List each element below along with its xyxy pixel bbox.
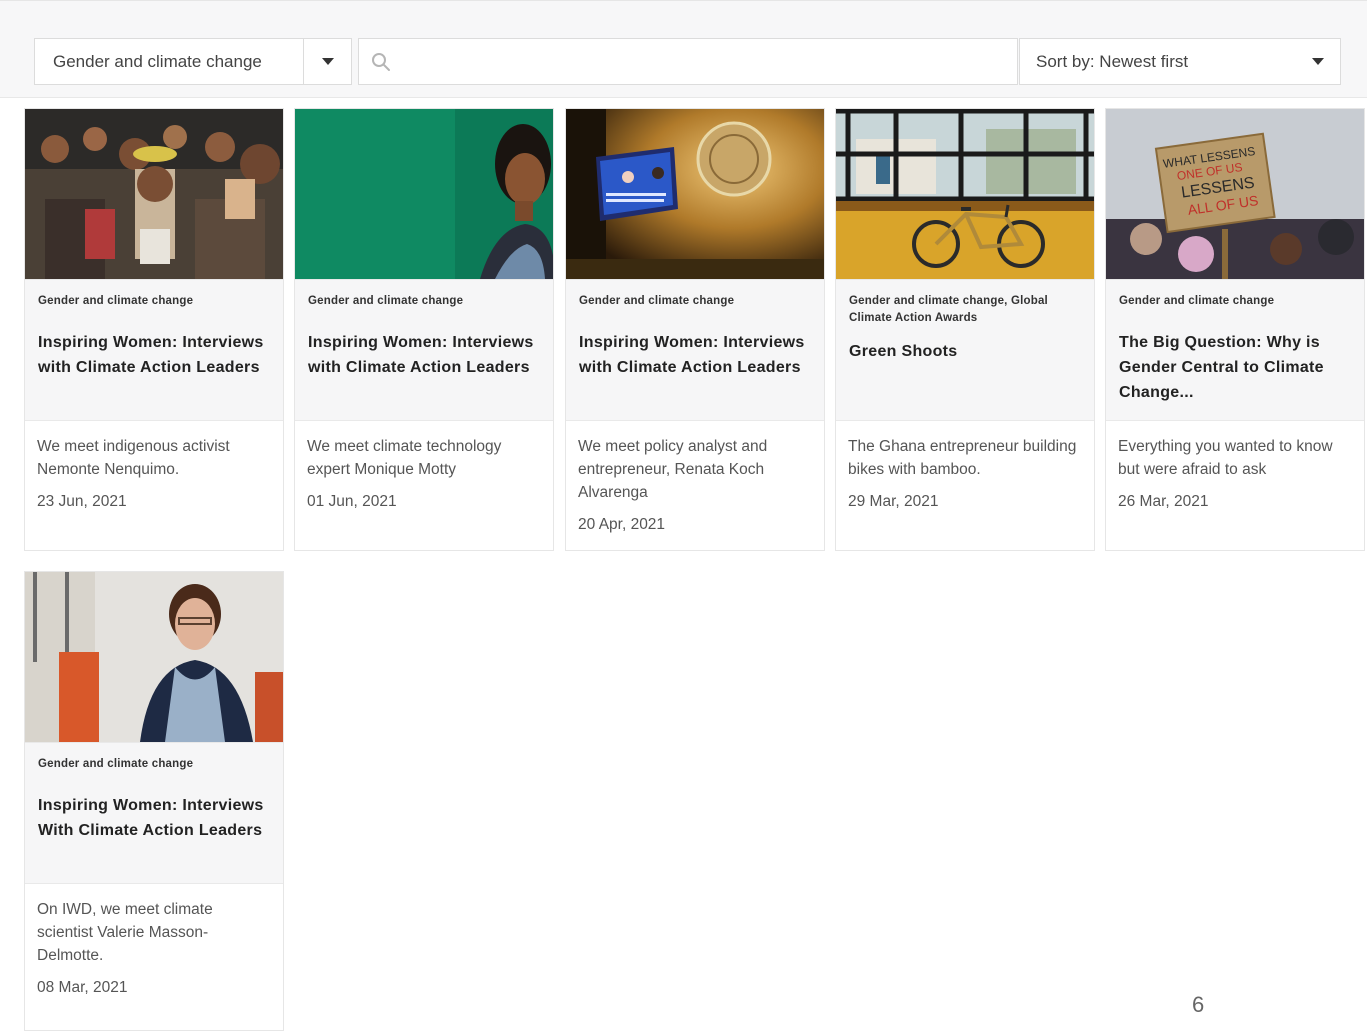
card-header: Gender and climate change The Big Questi… — [1106, 279, 1364, 421]
card-date: 26 Mar, 2021 — [1118, 493, 1209, 510]
search-box[interactable] — [358, 38, 1018, 85]
card-image-un-assembly[interactable] — [566, 109, 824, 279]
search-icon — [359, 39, 403, 84]
card-date: 01 Jun, 2021 — [307, 493, 397, 510]
sort-select[interactable]: Sort by: Newest first — [1019, 38, 1341, 85]
card-header: Gender and climate change Inspiring Wome… — [25, 279, 283, 421]
article-card[interactable]: Gender and climate change Inspiring Wome… — [24, 571, 284, 1031]
card-body: The Ghana entrepreneur building bikes wi… — [836, 421, 1094, 527]
card-header: Gender and climate change Inspiring Wome… — [566, 279, 824, 421]
chevron-down-icon — [321, 58, 334, 65]
search-input[interactable] — [403, 39, 1017, 84]
category-filter-value: Gender and climate change — [53, 51, 262, 71]
card-body: We meet policy analyst and entrepreneur,… — [566, 421, 824, 550]
card-description: The Ghana entrepreneur building bikes wi… — [848, 438, 1077, 478]
card-category[interactable]: Gender and climate change — [38, 293, 270, 310]
card-header: Gender and climate change Inspiring Wome… — [25, 742, 283, 884]
category-dropdown-button[interactable] — [303, 39, 351, 84]
card-image-woman-green-background[interactable] — [295, 109, 553, 279]
card-image-bamboo-bike[interactable] — [836, 109, 1094, 279]
card-category[interactable]: Gender and climate change — [308, 293, 540, 310]
card-description: We meet indigenous activist Nemonte Nenq… — [37, 438, 230, 478]
article-card[interactable]: WHAT LESSENS ONE OF US LESSENS ALL OF US… — [1105, 108, 1365, 551]
card-title[interactable]: Inspiring Women: Interviews with Climate… — [308, 330, 540, 380]
sort-select-value: Sort by: Newest first — [1036, 51, 1189, 71]
card-title[interactable]: Green Shoots — [849, 339, 1081, 364]
article-card[interactable]: Gender and climate change Inspiring Wome… — [565, 108, 825, 551]
card-image-indigenous-crowd[interactable] — [25, 109, 283, 279]
filter-bar: Gender and climate change Sort by: Newes… — [0, 0, 1367, 98]
card-date: 29 Mar, 2021 — [848, 493, 939, 510]
chevron-down-icon — [1312, 58, 1324, 65]
card-title[interactable]: Inspiring Women: Interviews with Climate… — [38, 330, 270, 380]
card-category[interactable]: Gender and climate change — [38, 756, 270, 773]
card-header: Gender and climate change, Global Climat… — [836, 279, 1094, 421]
card-category[interactable]: Gender and climate change, Global Climat… — [849, 293, 1081, 327]
card-body: We meet indigenous activist Nemonte Nenq… — [25, 421, 283, 527]
card-body: On IWD, we meet climate scientist Valeri… — [25, 884, 283, 1013]
card-date: 23 Jun, 2021 — [37, 493, 127, 510]
page-number: 6 — [1192, 992, 1205, 1017]
card-image-scientist-portrait[interactable] — [25, 572, 283, 742]
card-description: On IWD, we meet climate scientist Valeri… — [37, 901, 213, 964]
card-description: We meet climate technology expert Moniqu… — [307, 438, 502, 478]
card-title[interactable]: The Big Question: Why is Gender Central … — [1119, 330, 1351, 405]
card-description: We meet policy analyst and entrepreneur,… — [578, 438, 768, 501]
card-body: Everything you wanted to know but were a… — [1106, 421, 1364, 527]
article-card[interactable]: Gender and climate change Inspiring Wome… — [24, 108, 284, 551]
category-filter-select[interactable]: Gender and climate change — [34, 38, 352, 85]
card-date: 20 Apr, 2021 — [578, 516, 666, 533]
article-card[interactable]: Gender and climate change, Global Climat… — [835, 108, 1095, 551]
card-title[interactable]: Inspiring Women: Interviews with Climate… — [579, 330, 811, 380]
card-header: Gender and climate change Inspiring Wome… — [295, 279, 553, 421]
card-description: Everything you wanted to know but were a… — [1118, 438, 1333, 478]
card-date: 08 Mar, 2021 — [37, 979, 128, 996]
card-category[interactable]: Gender and climate change — [579, 293, 811, 310]
card-category[interactable]: Gender and climate change — [1119, 293, 1351, 310]
article-card[interactable]: Gender and climate change Inspiring Wome… — [294, 108, 554, 551]
card-body: We meet climate technology expert Moniqu… — [295, 421, 553, 527]
card-title[interactable]: Inspiring Women: Interviews With Climate… — [38, 793, 270, 843]
card-image-protest-sign[interactable]: WHAT LESSENS ONE OF US LESSENS ALL OF US — [1106, 109, 1364, 279]
